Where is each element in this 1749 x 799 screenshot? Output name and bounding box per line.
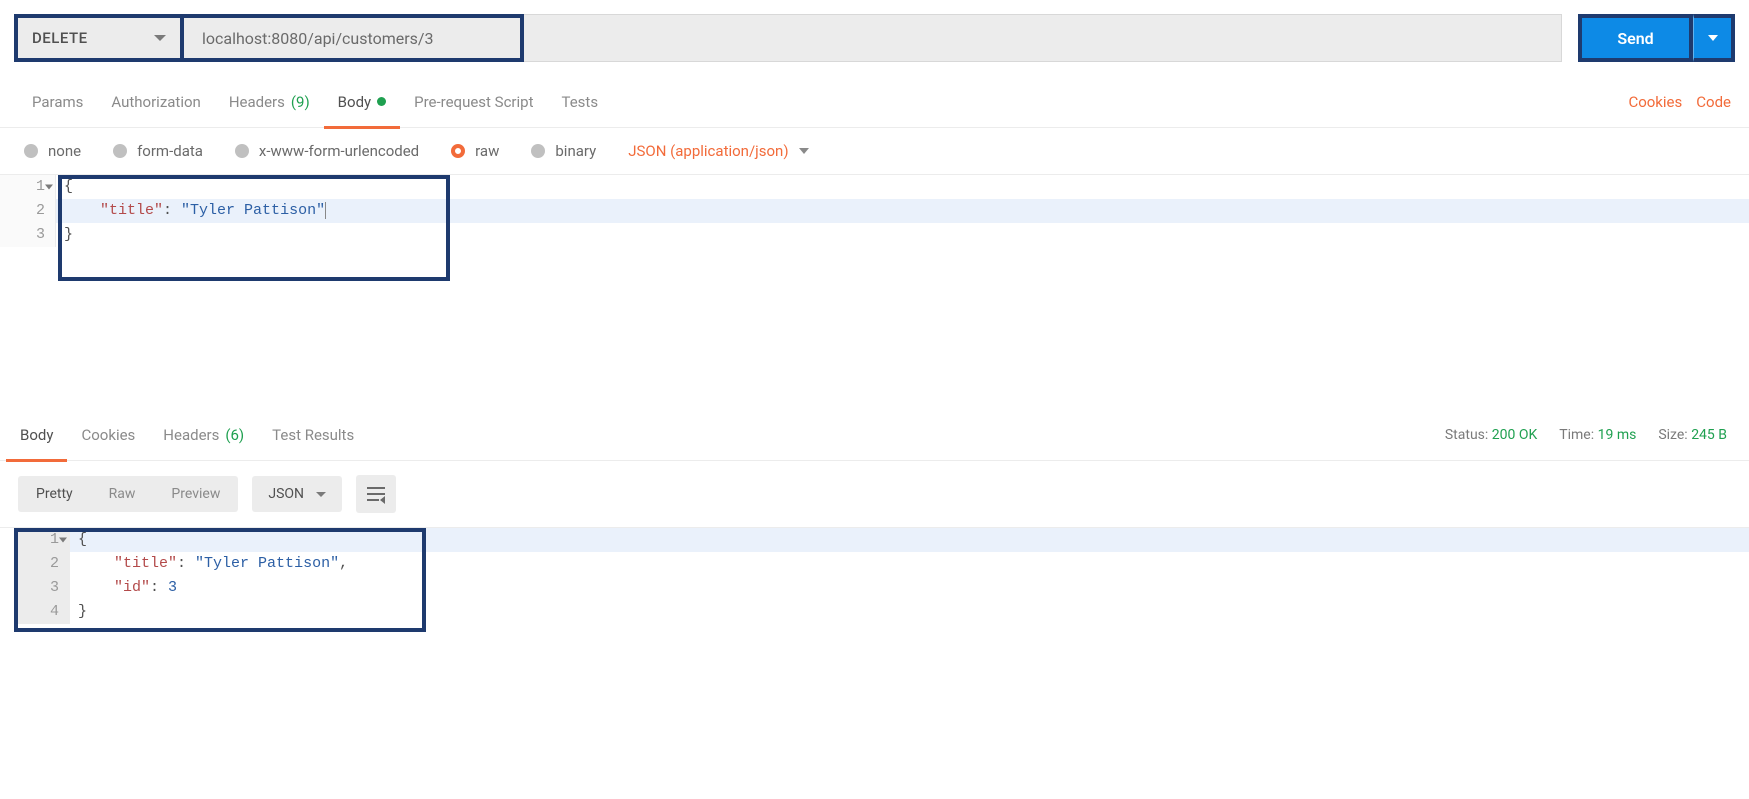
- request-url-value: localhost:8080/api/customers/3: [202, 29, 433, 48]
- tab-label: Params: [32, 93, 83, 111]
- tab-prerequest[interactable]: Pre-request Script: [400, 76, 547, 128]
- send-button[interactable]: Send: [1578, 14, 1693, 62]
- resp-tab-headers[interactable]: Headers (6): [149, 409, 258, 461]
- tab-label: Body: [338, 93, 371, 111]
- tab-label: Cookies: [81, 426, 135, 444]
- time-value: 19 ms: [1598, 427, 1637, 443]
- response-toolbar: Pretty Raw Preview JSON: [0, 461, 1749, 527]
- request-right-links: Cookies Code: [1628, 93, 1731, 111]
- request-url-input-extent[interactable]: [524, 14, 1562, 62]
- code-line: }: [56, 223, 1749, 247]
- response-format-select[interactable]: JSON: [252, 476, 342, 512]
- view-mode-raw[interactable]: Raw: [91, 476, 154, 512]
- radio-icon: [531, 144, 545, 158]
- resp-tab-test-results[interactable]: Test Results: [258, 409, 368, 461]
- resp-tab-body[interactable]: Body: [6, 409, 67, 461]
- radio-selected-icon: [451, 144, 465, 158]
- code-link[interactable]: Code: [1696, 93, 1731, 111]
- unsaved-dot-icon: [377, 97, 386, 106]
- response-meta: Status: 200 OK Time: 19 ms Size: 245 B: [1445, 427, 1743, 443]
- body-type-none[interactable]: none: [24, 142, 81, 160]
- format-value: JSON: [268, 486, 304, 502]
- code-line: "id": 3: [70, 576, 1749, 600]
- request-body-editor[interactable]: 1 { 2 "title": "Tyler Pattison" 3 }: [0, 175, 1749, 405]
- tab-tests[interactable]: Tests: [547, 76, 612, 128]
- tab-label: Headers: [229, 93, 285, 111]
- content-type-select[interactable]: JSON (application/json): [628, 142, 808, 160]
- radio-icon: [24, 144, 38, 158]
- status-value: 200 OK: [1492, 427, 1538, 443]
- tab-label: Headers: [163, 426, 219, 444]
- content-type-value: JSON (application/json): [628, 142, 788, 160]
- response-body-editor[interactable]: 1 { 2 "title": "Tyler Pattison", 3 "id":…: [0, 527, 1749, 624]
- chevron-down-icon: [799, 148, 809, 154]
- tab-body[interactable]: Body: [324, 76, 400, 128]
- body-type-binary[interactable]: binary: [531, 142, 596, 160]
- fold-icon[interactable]: [59, 538, 67, 543]
- radio-label: none: [48, 142, 81, 160]
- size-value: 245 B: [1691, 427, 1727, 443]
- code-line: "title": "Tyler Pattison",: [70, 552, 1749, 576]
- send-button-group: Send: [1578, 14, 1735, 62]
- chevron-down-icon: [1708, 35, 1718, 41]
- body-type-raw[interactable]: raw: [451, 142, 499, 160]
- request-url-input[interactable]: localhost:8080/api/customers/3: [184, 14, 524, 62]
- tab-params[interactable]: Params: [18, 76, 97, 128]
- status-block: Status: 200 OK: [1445, 427, 1537, 443]
- line-number: 1: [14, 528, 70, 552]
- radio-icon: [113, 144, 127, 158]
- view-mode-group: Pretty Raw Preview: [18, 476, 238, 512]
- tab-label: Authorization: [111, 93, 200, 111]
- headers-count: (6): [225, 426, 244, 444]
- radio-label: x-www-form-urlencoded: [259, 142, 419, 160]
- tab-authorization[interactable]: Authorization: [97, 76, 214, 128]
- view-mode-preview[interactable]: Preview: [153, 476, 238, 512]
- line-number: 3: [0, 223, 56, 247]
- size-block: Size: 245 B: [1658, 427, 1727, 443]
- wrap-lines-button[interactable]: [356, 475, 396, 513]
- tab-headers[interactable]: Headers (9): [215, 76, 324, 128]
- send-split-button[interactable]: [1693, 14, 1735, 62]
- http-method-select[interactable]: DELETE: [14, 14, 184, 62]
- line-number: 4: [14, 600, 70, 624]
- radio-label: raw: [475, 142, 499, 160]
- radio-label: form-data: [137, 142, 203, 160]
- body-type-urlencoded[interactable]: x-www-form-urlencoded: [235, 142, 419, 160]
- resp-tab-cookies[interactable]: Cookies: [67, 409, 149, 461]
- request-tabs: Params Authorization Headers (9) Body Pr…: [0, 76, 1749, 128]
- wrap-icon: [367, 487, 385, 501]
- body-type-row: none form-data x-www-form-urlencoded raw…: [0, 128, 1749, 175]
- line-number: 1: [0, 175, 56, 199]
- time-block: Time: 19 ms: [1559, 427, 1636, 443]
- chevron-down-icon: [316, 492, 326, 497]
- code-line: {: [56, 175, 1749, 199]
- body-type-form-data[interactable]: form-data: [113, 142, 203, 160]
- cookies-link[interactable]: Cookies: [1628, 93, 1682, 111]
- code-line: }: [70, 600, 1749, 624]
- view-mode-pretty[interactable]: Pretty: [18, 476, 91, 512]
- radio-label: binary: [555, 142, 596, 160]
- http-method-value: DELETE: [32, 29, 88, 47]
- tab-label: Body: [20, 426, 53, 444]
- code-line: {: [70, 528, 1749, 552]
- request-bar: DELETE localhost:8080/api/customers/3 Se…: [0, 0, 1749, 76]
- chevron-down-icon: [154, 35, 166, 41]
- tab-label: Pre-request Script: [414, 93, 533, 111]
- radio-icon: [235, 144, 249, 158]
- code-line: "title": "Tyler Pattison": [56, 199, 1749, 223]
- line-number: 2: [14, 552, 70, 576]
- line-number: 3: [14, 576, 70, 600]
- send-button-label: Send: [1617, 29, 1653, 48]
- tab-label: Test Results: [272, 426, 354, 444]
- fold-icon[interactable]: [45, 185, 53, 190]
- tab-label: Tests: [561, 93, 598, 111]
- line-number: 2: [0, 199, 56, 223]
- response-tabs: Body Cookies Headers (6) Test Results St…: [0, 409, 1749, 461]
- headers-count: (9): [291, 93, 310, 111]
